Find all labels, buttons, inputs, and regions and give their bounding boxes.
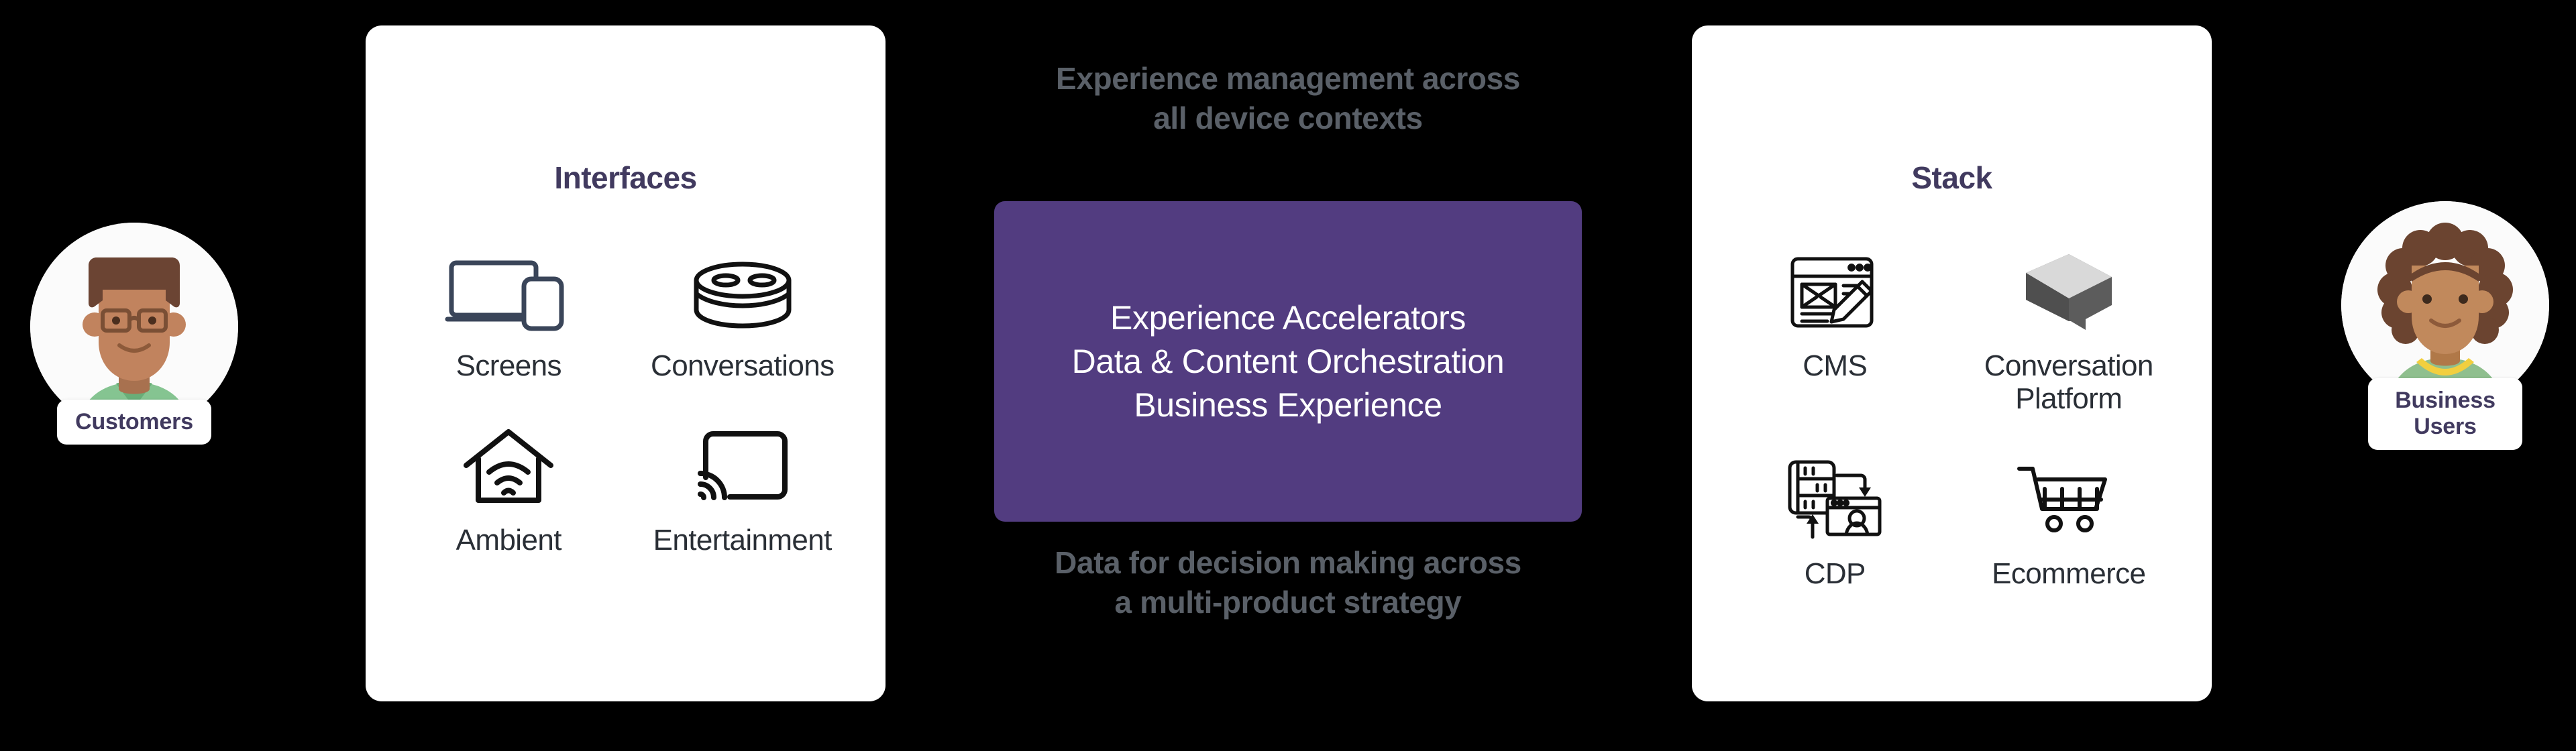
caption-bottom: Data for decision making across a multi-… (932, 543, 1644, 622)
tile-label-ecommerce: Ecommerce (1992, 557, 2146, 590)
stack-card: Stack CMS Conversation Platform CDP Ecom… (1692, 25, 2212, 701)
isometric-speech-bubble-icon (1955, 247, 2183, 337)
tile-label-line2: Platform (2015, 382, 2123, 416)
persona-label-customers: Customers (57, 400, 211, 445)
smart-speaker-icon (629, 247, 857, 337)
tile-cdp[interactable]: CDP (1721, 455, 1949, 590)
persona-label-line2: Users (2414, 414, 2477, 440)
persona-business-users: Business Users (2341, 201, 2549, 450)
tile-label-conversations: Conversations (651, 349, 835, 382)
experience-platform-box: Experience Accelerators Data & Content O… (994, 201, 1582, 522)
caption-bottom-line2: a multi-product strategy (1114, 584, 1462, 620)
interfaces-card: Interfaces Screens Conversations Ambient… (366, 25, 885, 701)
laptop-and-phone-icon (395, 247, 623, 337)
cms-browser-pencil-icon (1721, 247, 1949, 337)
persona-label-business-users: Business Users (2368, 378, 2522, 450)
tile-label-conversation-platform: Conversation Platform (1955, 349, 2183, 416)
caption-top-line2: all device contexts (1153, 100, 1423, 135)
tile-cms[interactable]: CMS (1721, 247, 1949, 416)
box-line-data-content-orchestration: Data & Content Orchestration (1071, 342, 1505, 380)
persona-customers: Customers (30, 223, 238, 445)
server-to-profile-sync-icon (1721, 455, 1949, 545)
tile-label-cms: CMS (1803, 349, 1868, 382)
caption-top-line1: Experience management across (1056, 61, 1520, 96)
interfaces-title: Interfaces (554, 160, 697, 195)
screen-cast-icon (629, 421, 857, 512)
tile-label-entertainment: Entertainment (653, 524, 833, 557)
caption-top: Experience management across all device … (932, 59, 1644, 138)
box-line-business-experience: Business Experience (1134, 386, 1442, 424)
tile-conversations[interactable]: Conversations (629, 247, 857, 382)
tile-entertainment[interactable]: Entertainment (629, 421, 857, 557)
tile-label-cdp: CDP (1804, 557, 1866, 590)
stack-tile-grid: CMS Conversation Platform CDP Ecommerce (1692, 247, 2212, 590)
tile-label-line1: Conversation (1984, 349, 2154, 382)
box-line-experience-accelerators: Experience Accelerators (1110, 298, 1466, 337)
tile-screens[interactable]: Screens (395, 247, 623, 382)
caption-bottom-line1: Data for decision making across (1055, 545, 1521, 580)
tile-ambient[interactable]: Ambient (395, 421, 623, 557)
tile-ecommerce[interactable]: Ecommerce (1955, 455, 2183, 590)
diagram-canvas: Customers Interfaces Screens Conversatio… (0, 0, 2576, 751)
tile-conversation-platform[interactable]: Conversation Platform (1955, 247, 2183, 416)
persona-label-line1: Business (2395, 388, 2496, 413)
tile-label-screens: Screens (455, 349, 562, 382)
shopping-cart-icon (1955, 455, 2183, 545)
tile-label-ambient: Ambient (455, 524, 562, 557)
interfaces-tile-grid: Screens Conversations Ambient Entertainm… (366, 247, 885, 557)
stack-title: Stack (1911, 160, 1992, 195)
house-wifi-icon (395, 421, 623, 512)
